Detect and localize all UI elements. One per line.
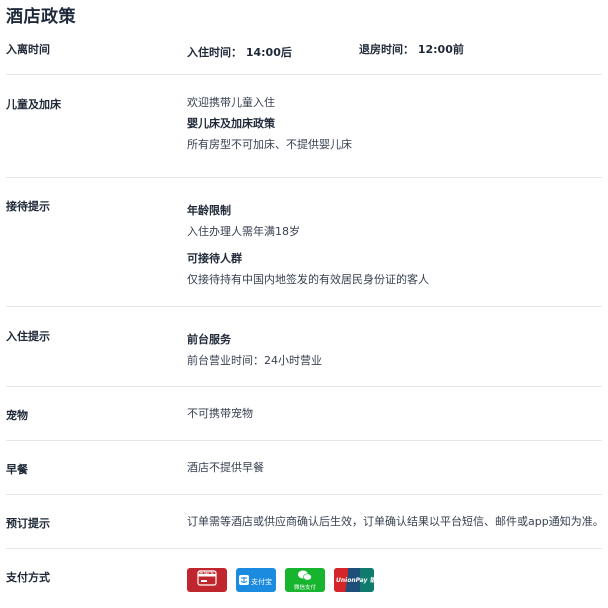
row-label-booking: 预订提示	[6, 517, 50, 530]
policy-row-reception: 接待提示 年龄限制 入住办理人需年满18岁 可接待人群 仅接待持有中国内地签发的…	[6, 177, 602, 307]
policy-row-checkin-tips: 入住提示 前台服务 前台营业时间：24小时营业	[6, 306, 602, 387]
age-limit-title: 年龄限制	[187, 204, 231, 217]
policy-row-breakfast: 早餐 酒店不提供早餐	[6, 440, 602, 495]
guest-types-title: 可接待人群	[187, 252, 242, 265]
unionpay-icon: UnionPay 银联	[334, 568, 374, 592]
payment-methods: 信用卡 支付宝 微信支付 UnionPay 银联	[187, 568, 602, 592]
booking-text: 订单需等酒店或供应商确认后生效，订单确认结果以平台短信、邮件或app通知为准。	[187, 515, 604, 528]
credit-card-icon: 信用卡	[187, 568, 227, 592]
pets-text: 不可携带宠物	[187, 407, 253, 420]
front-desk-title: 前台服务	[187, 333, 231, 346]
policy-row-payment: 支付方式 信用卡 支付宝 微信支付 UnionPay	[6, 548, 602, 608]
row-label-checkin-checkout: 入离时间	[6, 43, 50, 56]
page-title: 酒店政策	[6, 7, 76, 27]
crib-policy-text: 所有房型不可加床、不提供婴儿床	[187, 138, 352, 151]
breakfast-text: 酒店不提供早餐	[187, 461, 264, 474]
crib-policy-title: 婴儿床及加床政策	[187, 117, 275, 130]
children-welcome-text: 欢迎携带儿童入住	[187, 96, 275, 109]
age-limit-text: 入住办理人需年满18岁	[187, 225, 300, 238]
row-label-children-beds: 儿童及加床	[6, 98, 61, 111]
policy-row-booking: 预订提示 订单需等酒店或供应商确认后生效，订单确认结果以平台短信、邮件或app通…	[6, 494, 604, 549]
guest-types-text: 仅接待持有中国内地签发的有效居民身份证的客人	[187, 273, 429, 286]
row-label-reception: 接待提示	[6, 200, 50, 213]
row-label-breakfast: 早餐	[6, 463, 28, 476]
policy-row-checkin-checkout: 入离时间 入住时间： 14:00后 退房时间： 12:00前	[6, 36, 602, 74]
policy-row-children-beds: 儿童及加床 欢迎携带儿童入住 婴儿床及加床政策 所有房型不可加床、不提供婴儿床	[6, 74, 602, 178]
wechat-pay-icon: 微信支付	[285, 568, 325, 592]
row-label-pets: 宠物	[6, 409, 28, 422]
row-label-checkin-tips: 入住提示	[6, 330, 50, 343]
checkin-time: 入住时间： 14:00后	[187, 46, 292, 59]
alipay-icon: 支付宝	[236, 568, 276, 592]
front-desk-text: 前台营业时间：24小时营业	[187, 354, 322, 367]
checkout-time: 退房时间： 12:00前	[359, 43, 464, 56]
policy-row-pets: 宠物 不可携带宠物	[6, 386, 602, 441]
row-label-payment: 支付方式	[6, 571, 50, 584]
